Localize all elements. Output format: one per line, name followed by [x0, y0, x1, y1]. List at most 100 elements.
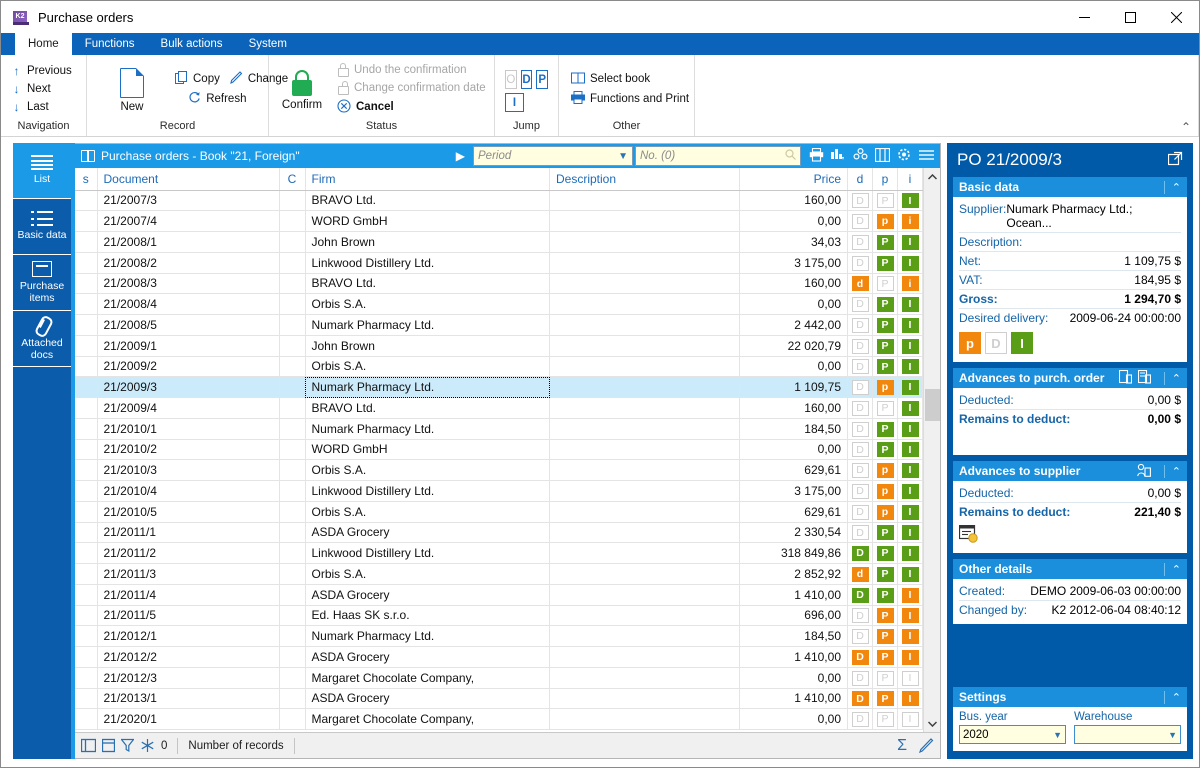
cell-firm[interactable]: Orbis S.A.	[305, 356, 550, 378]
cell-firm[interactable]: Linkwood Distillery Ltd.	[305, 480, 550, 502]
cell-description[interactable]	[549, 708, 740, 730]
cell-document[interactable]: 21/2011/1	[97, 522, 280, 544]
cell-firm[interactable]: BRAVO Ltd.	[305, 397, 550, 419]
cell-flag-p[interactable]: p	[872, 501, 898, 523]
cell-description[interactable]	[549, 397, 740, 419]
cell-firm[interactable]: BRAVO Ltd.	[305, 273, 550, 295]
cell-price[interactable]: 160,00	[739, 190, 848, 212]
cell-flag-d[interactable]: D	[847, 397, 873, 419]
chart-bars-icon[interactable]	[831, 148, 846, 164]
table-row[interactable]: 21/2007/3 BRAVO Ltd. 160,00 D P I	[75, 190, 923, 212]
cell-price[interactable]: 3 175,00	[739, 252, 848, 274]
cell-firm[interactable]: BRAVO Ltd.	[305, 190, 550, 212]
col-header-document[interactable]: Document	[97, 168, 280, 191]
print-icon[interactable]	[809, 147, 824, 164]
cell-price[interactable]: 2 442,00	[739, 314, 848, 336]
cell-flag-p[interactable]: p	[872, 376, 898, 398]
table-row[interactable]: 21/2008/4 Orbis S.A. 0,00 D P I	[75, 293, 923, 315]
cell-description[interactable]	[549, 667, 740, 689]
cell-flag-p[interactable]: P	[872, 584, 898, 606]
chevron-down-icon[interactable]: ▼	[618, 151, 628, 162]
cell-description[interactable]	[549, 646, 740, 668]
chevron-up-icon[interactable]: ⌃	[1163, 690, 1181, 704]
cell-flag-i[interactable]: I	[897, 625, 923, 647]
cell-flag-p[interactable]: p	[872, 210, 898, 232]
cell-document[interactable]: 21/2008/5	[97, 314, 280, 336]
cell-flag-p[interactable]: P	[872, 563, 898, 585]
cell-flag-p[interactable]: P	[872, 439, 898, 461]
filter-funnel-icon[interactable]	[121, 738, 134, 753]
cell-firm[interactable]: Numark Pharmacy Ltd.	[305, 314, 550, 336]
cell-price[interactable]: 0,00	[739, 356, 848, 378]
cell-description[interactable]	[549, 273, 740, 295]
cell-price[interactable]: 629,61	[739, 459, 848, 481]
open-external-icon[interactable]	[1167, 151, 1183, 169]
cell-flag-i[interactable]: I	[897, 231, 923, 253]
snowflake-freeze-icon[interactable]	[140, 738, 155, 753]
scrollbar-thumb[interactable]	[924, 389, 940, 421]
cell-flag-d[interactable]: d	[847, 563, 873, 585]
cell-flag-d[interactable]: D	[847, 625, 873, 647]
cell-document[interactable]: 21/2010/2	[97, 439, 280, 461]
cell-document[interactable]: 21/2009/4	[97, 397, 280, 419]
cell-price[interactable]: 0,00	[739, 708, 848, 730]
cell-flag-d[interactable]: D	[847, 252, 873, 274]
cell-description[interactable]	[549, 480, 740, 502]
cell-flag-p[interactable]: p	[872, 459, 898, 481]
cell-firm[interactable]: WORD GmbH	[305, 439, 550, 461]
select-book-button[interactable]: Select book	[567, 70, 695, 89]
card-header-other-details[interactable]: Other details ⌃	[953, 559, 1187, 579]
cell-document[interactable]: 21/2011/5	[97, 605, 280, 627]
cell-document[interactable]: 21/2011/3	[97, 563, 280, 585]
cancel-button[interactable]: Cancel	[333, 97, 492, 118]
cell-flag-i[interactable]: I	[897, 708, 923, 730]
cell-flag-p[interactable]: P	[872, 646, 898, 668]
table-row[interactable]: 21/2011/2 Linkwood Distillery Ltd. 318 849…	[75, 542, 923, 564]
edit-pencil-icon[interactable]	[919, 738, 934, 753]
document-list-icon[interactable]	[1137, 369, 1151, 387]
status-badge-d[interactable]: D	[985, 332, 1007, 354]
cell-firm[interactable]: Numark Pharmacy Ltd.	[305, 418, 550, 440]
cell-price[interactable]: 318 849,86	[739, 542, 848, 564]
cell-flag-p[interactable]: P	[872, 522, 898, 544]
cell-price[interactable]: 696,00	[739, 605, 848, 627]
cell-document[interactable]: 21/2020/1	[97, 708, 280, 730]
cell-price[interactable]: 22 020,79	[739, 335, 848, 357]
cell-document[interactable]: 21/2008/3	[97, 273, 280, 295]
cell-flag-d[interactable]: D	[847, 356, 873, 378]
cell-flag-p[interactable]: P	[872, 335, 898, 357]
chevron-up-icon[interactable]: ⌃	[1163, 562, 1181, 576]
scrollbar-track[interactable]	[924, 185, 941, 715]
table-row[interactable]: 21/2009/4 BRAVO Ltd. 160,00 D P I	[75, 397, 923, 419]
cell-flag-d[interactable]: D	[847, 688, 873, 710]
cell-description[interactable]	[549, 418, 740, 440]
cell-price[interactable]: 2 852,92	[739, 563, 848, 585]
chevron-down-icon[interactable]: ▼	[1053, 730, 1062, 740]
table-row[interactable]: 21/2010/4 Linkwood Distillery Ltd. 3 175,0…	[75, 480, 923, 502]
cell-document[interactable]: 21/2012/3	[97, 667, 280, 689]
pivot-icon[interactable]	[853, 147, 868, 164]
cell-flag-p[interactable]: P	[872, 625, 898, 647]
card-header-basic-data[interactable]: Basic data ⌃	[953, 177, 1187, 197]
cell-firm[interactable]: ASDA Grocery	[305, 646, 550, 668]
table-row[interactable]: 21/2011/5 Ed. Haas SK s.r.o. 696,00 D P I	[75, 605, 923, 627]
col-header-i[interactable]: i	[897, 168, 923, 191]
jump-o-button[interactable]: O	[505, 70, 517, 89]
cell-flag-d[interactable]: D	[847, 584, 873, 606]
jump-p-button[interactable]: P	[536, 70, 549, 89]
cell-flag-i[interactable]: i	[897, 210, 923, 232]
cell-description[interactable]	[549, 335, 740, 357]
cell-flag-i[interactable]: I	[897, 501, 923, 523]
cell-flag-p[interactable]: P	[872, 314, 898, 336]
cell-description[interactable]	[549, 252, 740, 274]
cell-firm[interactable]: Numark Pharmacy Ltd.	[305, 376, 550, 398]
cell-flag-d[interactable]: D	[847, 542, 873, 564]
cell-description[interactable]	[549, 356, 740, 378]
cell-description[interactable]	[549, 563, 740, 585]
cell-document[interactable]: 21/2010/1	[97, 418, 280, 440]
cell-document[interactable]: 21/2013/1	[97, 688, 280, 710]
chevron-up-icon[interactable]: ⌃	[1163, 464, 1181, 478]
cell-flag-i[interactable]: I	[897, 459, 923, 481]
columns-icon[interactable]	[874, 147, 891, 164]
cell-firm[interactable]: Margaret Chocolate Company,	[305, 708, 550, 730]
